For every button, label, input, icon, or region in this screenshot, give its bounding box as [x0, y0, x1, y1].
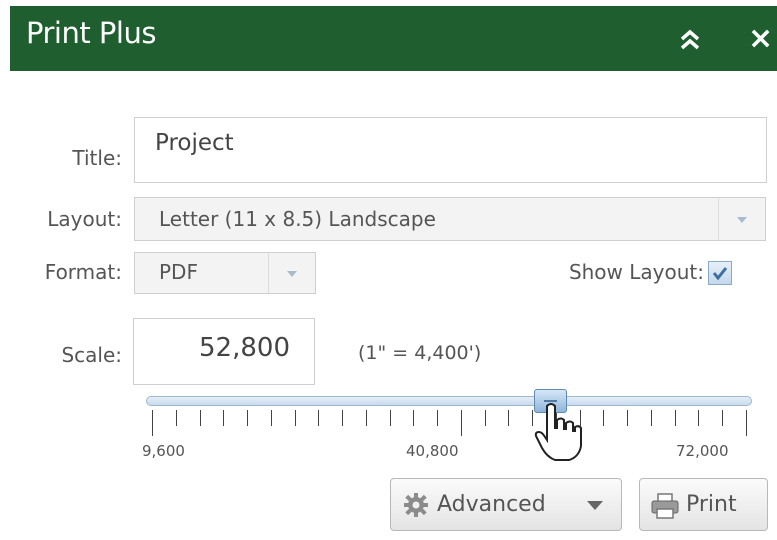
format-select-value: PDF — [159, 260, 198, 284]
slider-tick — [627, 410, 629, 426]
printer-icon — [650, 492, 680, 520]
title-label: Title: — [72, 146, 122, 170]
slider-min-label: 9,600 — [142, 442, 185, 460]
slider-tick — [389, 410, 391, 426]
chevron-down-icon[interactable] — [268, 253, 315, 293]
panel-header: Print Plus × — [10, 6, 777, 71]
close-icon[interactable]: × — [748, 19, 777, 59]
double-chevron-up-icon[interactable] — [674, 24, 706, 56]
scale-slider[interactable]: 9,600 40,800 72,000 — [142, 389, 757, 482]
slider-tick — [318, 410, 320, 426]
layout-label: Layout: — [47, 207, 122, 231]
gear-icon — [403, 492, 429, 518]
slider-handle[interactable] — [533, 389, 567, 413]
scale-label: Scale: — [61, 343, 122, 367]
slider-tick — [532, 410, 534, 426]
caret-down-icon — [587, 501, 603, 510]
slider-tick — [722, 410, 724, 426]
slider-tick — [199, 410, 201, 426]
slider-tick — [365, 410, 367, 426]
slider-tick — [460, 410, 462, 436]
checkmark-icon — [712, 267, 728, 281]
slider-tick — [650, 410, 652, 426]
layout-select[interactable]: Letter (11 x 8.5) Landscape — [134, 197, 766, 241]
slider-track[interactable] — [146, 396, 752, 406]
slider-max-label: 72,000 — [676, 442, 729, 460]
scale-input[interactable]: 52,800 — [133, 318, 315, 385]
slider-tick — [437, 410, 439, 426]
slider-tick — [413, 410, 415, 426]
slider-tick — [484, 410, 486, 426]
slider-tick — [223, 410, 225, 426]
advanced-button[interactable]: Advanced — [390, 478, 622, 531]
slider-tick — [579, 410, 581, 426]
panel-title: Print Plus — [26, 16, 156, 50]
slider-tick — [674, 410, 676, 426]
format-select[interactable]: PDF — [134, 252, 316, 294]
print-button-label: Print — [686, 492, 737, 517]
slider-tick — [294, 410, 296, 426]
title-input[interactable]: Project — [134, 117, 767, 183]
slider-tick — [270, 410, 272, 426]
scale-ratio-text: (1" = 4,400') — [358, 342, 482, 364]
show-layout-label: Show Layout: — [568, 260, 704, 284]
chevron-down-icon[interactable] — [718, 198, 765, 240]
print-button[interactable]: Print — [639, 478, 768, 531]
layout-select-value: Letter (11 x 8.5) Landscape — [159, 207, 436, 231]
slider-tick — [175, 410, 177, 426]
slider-tick — [342, 410, 344, 426]
slider-tick — [508, 410, 510, 426]
format-label: Format: — [44, 260, 122, 284]
slider-tick — [603, 410, 605, 426]
slider-mid-label: 40,800 — [406, 442, 459, 460]
slider-tick — [698, 410, 700, 426]
slider-tick — [247, 410, 249, 426]
show-layout-checkbox[interactable] — [708, 261, 732, 285]
slider-tick — [152, 410, 153, 436]
advanced-button-label: Advanced — [437, 492, 546, 517]
slider-tick — [746, 410, 747, 436]
